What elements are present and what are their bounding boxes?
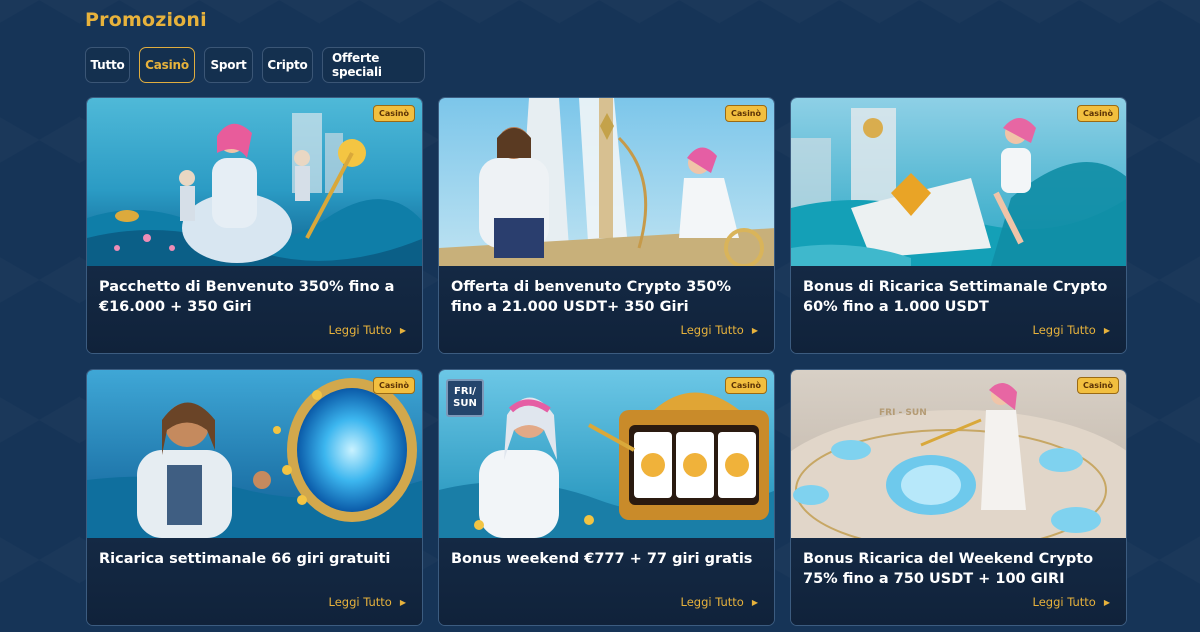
read-more-link[interactable]: Leggi Tutto ▶ [1032,595,1110,609]
read-more-link[interactable]: Leggi Tutto ▶ [328,323,406,337]
promo-card-welcome-package[interactable]: Casinò Pacchetto di Benvenuto 350% fino … [86,97,423,354]
category-badge: Casinò [725,105,767,122]
promotions-grid: Casinò Pacchetto di Benvenuto 350% fino … [86,97,1127,626]
card-title: Pacchetto di Benvenuto 350% fino a €16.0… [99,279,395,315]
arrow-right-icon: ▶ [1103,325,1110,335]
promo-card-weekly-reload-crypto[interactable]: Casinò Bonus di Ricarica Settimanale Cry… [790,97,1127,354]
card-body: Pacchetto di Benvenuto 350% fino a €16.0… [87,266,422,353]
read-more-label: Leggi Tutto [1032,323,1096,337]
filter-sport[interactable]: Sport [204,47,253,83]
card-body: Bonus di Ricarica Settimanale Crypto 60%… [791,266,1126,353]
promo-image-jetski: Casinò [791,98,1126,266]
category-badge: Casinò [1077,105,1119,122]
card-body: Ricarica settimanale 66 giri gratuiti Le… [87,538,422,625]
card-body: Offerta di benvenuto Crypto 350% fino a … [439,266,774,353]
read-more-label: Leggi Tutto [328,323,392,337]
filter-cripto[interactable]: Cripto [262,47,313,83]
page-title: Promozioni [85,9,207,31]
promo-card-weekend-bonus[interactable]: FRI/ SUN Casinò Bonus weekend €777 + 77 … [438,369,775,626]
read-more-link[interactable]: Leggi Tutto ▶ [680,323,758,337]
read-more-link[interactable]: Leggi Tutto ▶ [680,595,758,609]
read-more-link[interactable]: Leggi Tutto ▶ [1032,323,1110,337]
promo-card-weekly-free-spins[interactable]: Casinò Ricarica settimanale 66 giri grat… [86,369,423,626]
arrow-right-icon: ▶ [751,325,758,335]
promo-card-weekend-reload-crypto[interactable]: FRI - SUN Casinò Bonus Ricarica del Week… [790,369,1127,626]
promo-image-portal-hero: Casinò [87,370,422,538]
promo-image-crypto-plaza: FRI - SUN Casinò [791,370,1126,538]
category-badge: Casinò [725,377,767,394]
read-more-label: Leggi Tutto [328,595,392,609]
card-title: Bonus Ricarica del Weekend Crypto 75% fi… [803,551,1094,587]
arrow-right-icon: ▶ [1103,597,1110,607]
filter-offerte-speciali[interactable]: Offerte speciali [322,47,425,83]
promo-image-ship-heroes: Casinò [439,98,774,266]
read-more-label: Leggi Tutto [680,595,744,609]
read-more-link[interactable]: Leggi Tutto ▶ [328,595,406,609]
arrow-right-icon: ▶ [399,325,406,335]
arrow-right-icon: ▶ [399,597,406,607]
card-title: Ricarica settimanale 66 giri gratuiti [99,551,391,567]
arrow-right-icon: ▶ [751,597,758,607]
read-more-label: Leggi Tutto [1032,595,1096,609]
filter-casino[interactable]: Casinò [139,47,195,83]
plaza-engraving: FRI - SUN [879,408,927,418]
weekend-day-badge: FRI/ SUN [446,379,484,417]
read-more-label: Leggi Tutto [680,323,744,337]
filter-tutto[interactable]: Tutto [85,47,130,83]
card-title: Offerta di benvenuto Crypto 350% fino a … [451,279,731,315]
category-badge: Casinò [373,377,415,394]
card-body: Bonus weekend €777 + 77 giri gratis Legg… [439,538,774,625]
promo-filter-tabs: Tutto Casinò Sport Cripto Offerte specia… [85,47,425,83]
promo-image-goddess-sea: Casinò [87,98,422,266]
card-title: Bonus weekend €777 + 77 giri gratis [451,551,753,567]
category-badge: Casinò [1077,377,1119,394]
promo-image-slot-machine: FRI/ SUN Casinò [439,370,774,538]
card-body: Bonus Ricarica del Weekend Crypto 75% fi… [791,538,1126,625]
category-badge: Casinò [373,105,415,122]
promo-card-crypto-welcome[interactable]: Casinò Offerta di benvenuto Crypto 350% … [438,97,775,354]
card-title: Bonus di Ricarica Settimanale Crypto 60%… [803,279,1108,315]
